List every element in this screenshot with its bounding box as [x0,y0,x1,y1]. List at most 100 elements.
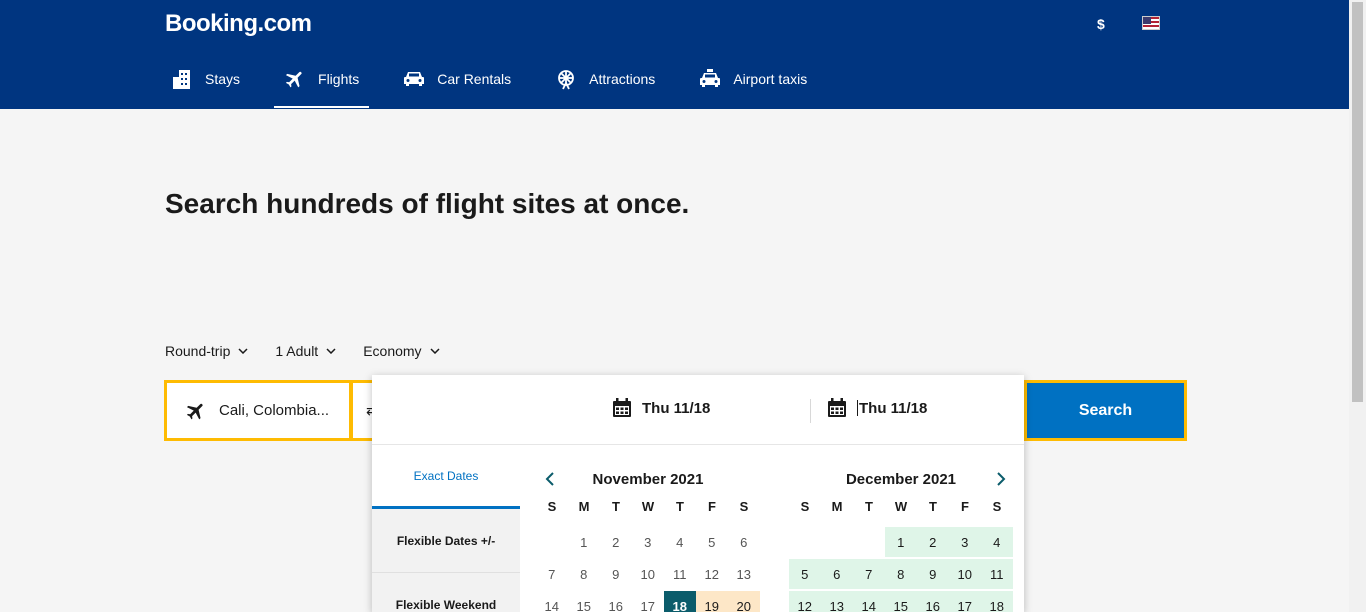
calendar-day[interactable]: 13 [728,559,760,589]
weekday: F [961,499,969,514]
plane-icon [185,400,207,422]
calendar-day[interactable]: 12 [696,559,728,589]
calendar-day[interactable]: 17 [949,591,981,612]
calendar-day[interactable]: 11 [664,559,696,589]
depart-date-value: Thu 11/18 [642,399,711,417]
car-icon [401,66,427,92]
nav-item-flights[interactable]: Flights [274,58,370,108]
passengers-dropdown[interactable]: 1 Adult [275,343,336,359]
search-options: Round-trip 1 Adult Economy [165,343,467,359]
weekday: S [547,499,557,514]
logo-suffix: .com [257,10,313,37]
origin-field[interactable]: Cali, Colombia... [164,380,352,441]
calendar-day[interactable]: 15 [568,591,600,612]
weekday: T [612,499,620,514]
calendar-icon [827,398,847,418]
calendar-day[interactable]: 6 [821,559,853,589]
next-month-button[interactable] [993,471,1009,487]
chevron-right-icon [997,472,1006,486]
weekday: W [641,499,655,514]
calendar-day[interactable]: 4 [981,527,1013,557]
calendar-day[interactable]: 9 [600,559,632,589]
calendar-day[interactable]: 9 [917,559,949,589]
calendar-day[interactable]: 16 [917,591,949,612]
calendar-day[interactable]: 4 [664,527,696,557]
tab-flexible-weekend[interactable]: Flexible Weekend [372,573,520,612]
building-icon [169,66,195,92]
calendar-day[interactable]: 15 [885,591,917,612]
text-cursor [857,400,858,416]
nav-label: Stays [205,71,241,87]
calendar-day[interactable]: 5 [789,559,821,589]
calendar-day[interactable]: 8 [885,559,917,589]
calendar-day-empty [536,527,568,557]
vertical-scrollbar[interactable] [1349,0,1366,612]
calendar-day-empty [789,527,821,557]
weekday: S [800,499,810,514]
nav-label: Car Rentals [437,71,512,87]
return-date-value: Thu 11/18 [859,399,928,417]
currency-selector[interactable]: $ [1097,16,1105,32]
calendar-day[interactable]: 6 [728,527,760,557]
calendar-day[interactable]: 7 [536,559,568,589]
nav-item-stays[interactable]: Stays [165,58,244,100]
divider [810,399,811,423]
month-title: December 2021 [845,471,957,488]
calendar-day[interactable]: 10 [632,559,664,589]
weekday: T [865,499,873,514]
depart-date-field[interactable]: Thu 11/18 [612,398,710,418]
passengers-label: 1 Adult [275,343,319,359]
calendar-day[interactable]: 14 [853,591,885,612]
trip-type-label: Round-trip [165,343,231,359]
top-header: Booking.com $ Stays Flights Car Rentals [0,0,1349,109]
calendar-day[interactable]: 5 [696,527,728,557]
us-flag-icon[interactable] [1142,16,1160,30]
calendar-day-empty [821,527,853,557]
nav-item-attractions[interactable]: Attractions [549,58,659,100]
calendar-day[interactable]: 2 [600,527,632,557]
calendar-day[interactable]: 16 [600,591,632,612]
calendar-day[interactable]: 3 [949,527,981,557]
calendar-day[interactable]: 14 [536,591,568,612]
day-grid: 1 2 3 4 5 6 7 8 9 10 11 12 13 14 15 16 1… [789,527,1013,612]
weekday: M [831,499,843,514]
calendar-day[interactable]: 13 [821,591,853,612]
calendar-day-empty [853,527,885,557]
calendar-day[interactable]: 1 [885,527,917,557]
calendar-day[interactable]: 18 [981,591,1013,612]
calendar-day[interactable]: 1 [568,527,600,557]
nav-item-car-rentals[interactable]: Car Rentals [397,58,515,100]
chevron-down-icon [326,346,336,356]
scrollbar-thumb[interactable] [1352,2,1363,402]
search-button[interactable]: Search [1024,380,1187,441]
cabin-class-label: Economy [363,343,422,359]
month-title: November 2021 [592,471,704,488]
main-nav: Stays Flights Car Rentals Attractions Ai… [165,58,845,109]
calendar-day[interactable]: 3 [632,527,664,557]
calendar-day[interactable]: 17 [632,591,664,612]
calendar-day[interactable]: 7 [853,559,885,589]
weekday-header: S M T W T F S [789,499,1013,514]
calendar-day[interactable]: 8 [568,559,600,589]
calendar-day-highlighted[interactable]: 19 [696,591,728,612]
calendar-day[interactable]: 2 [917,527,949,557]
cabin-class-dropdown[interactable]: Economy [363,343,440,359]
calendar-day[interactable]: 12 [789,591,821,612]
tab-flexible-dates[interactable]: Flexible Dates +/- [372,509,520,573]
weekday: S [739,499,749,514]
booking-logo[interactable]: Booking.com [165,10,312,38]
return-date-field[interactable]: Thu 11/18 [827,398,927,418]
nav-item-airport-taxis[interactable]: Airport taxis [693,58,811,100]
weekday-header: S M T W T F S [536,499,760,514]
calendar-day[interactable]: 10 [949,559,981,589]
weekday: S [992,499,1002,514]
chevron-down-icon [430,346,440,356]
tab-exact-dates[interactable]: Exact Dates [372,445,520,509]
weekday: M [578,499,590,514]
calendar-day[interactable]: 11 [981,559,1013,589]
nav-label: Flights [318,71,360,87]
date-bar: Thu 11/18 Thu 11/18 [372,375,1024,445]
trip-type-dropdown[interactable]: Round-trip [165,343,248,359]
calendar-day-selected[interactable]: 18 [664,591,696,612]
calendar-day-highlighted[interactable]: 20 [728,591,760,612]
